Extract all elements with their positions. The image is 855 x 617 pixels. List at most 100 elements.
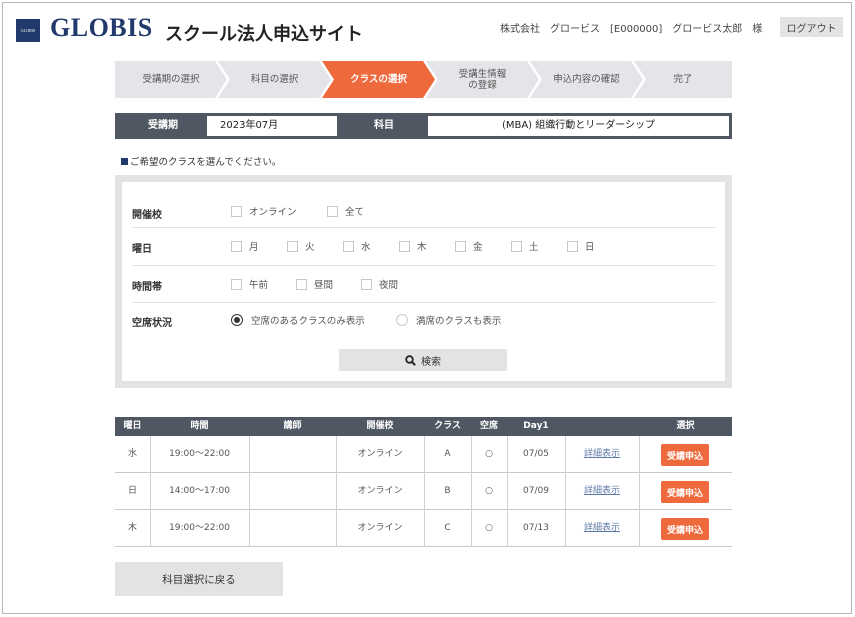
cell-weekday: 木 — [127, 523, 137, 533]
checkbox-venue-all[interactable]: 全て — [327, 204, 364, 218]
detail-link[interactable]: 詳細表示 — [565, 473, 639, 510]
checkbox-box[interactable] — [399, 240, 410, 252]
column-header-select: 選択 — [676, 421, 695, 431]
radio-vacancy-include-full[interactable]: 満席のクラスも表示 — [396, 313, 501, 327]
cell-time: 14:00～17:00 — [169, 486, 230, 496]
step-term-select: 受講期の選択 — [115, 61, 227, 98]
column-header-class: クラス — [434, 421, 461, 431]
apply-button[interactable]: 受講申込 — [661, 444, 709, 466]
checkbox-box[interactable] — [567, 240, 578, 252]
detail-link[interactable]: 詳細表示 — [565, 436, 639, 473]
filter-row-vacancy: 空席状況 空席のあるクラスのみ表示 満席のクラスも表示 — [132, 303, 715, 337]
filter-panel: 開催校 オンライン 全て 曜日 月 火 水 木 金 土 日 時間帯 午前 昼間 … — [115, 175, 732, 388]
step-label: 受講生情報 の登録 — [458, 68, 507, 91]
checkbox-weekday-thu[interactable]: 木 — [399, 239, 427, 253]
cell-teacher — [249, 436, 336, 473]
logout-button[interactable]: ログアウト — [780, 17, 843, 37]
checkbox-box[interactable] — [455, 240, 466, 252]
user-info: 株式会社 グロービス [E000000] グロービス太郎 様 — [500, 24, 763, 35]
cell-venue: オンライン — [357, 486, 403, 496]
radio-button[interactable] — [396, 314, 408, 326]
checkbox-time-night[interactable]: 夜間 — [361, 277, 398, 291]
step-label: 完了 — [673, 74, 693, 85]
checkbox-weekday-tue[interactable]: 火 — [287, 239, 315, 253]
step-subject-select: 科目の選択 — [218, 61, 331, 98]
filter-row-timeslot: 時間帯 午前 昼間 夜間 — [132, 266, 715, 303]
checkbox-box[interactable] — [343, 240, 354, 252]
table-row: 水 19:00～22:00 オンライン A ○ 07/05 詳細表示 受講申込 — [115, 436, 732, 473]
checkbox-box[interactable] — [296, 278, 307, 290]
site-title: スクール法人申込サイト — [165, 24, 363, 45]
cell-venue: オンライン — [357, 449, 403, 459]
filter-row-weekday: 曜日 月 火 水 木 金 土 日 — [132, 228, 715, 266]
cell-time: 19:00～22:00 — [169, 449, 230, 459]
step-confirm: 申込内容の確認 — [530, 61, 643, 98]
radio-vacancy-available-only[interactable]: 空席のあるクラスのみ表示 — [231, 313, 365, 327]
cell-venue: オンライン — [357, 523, 403, 533]
instruction-text: ご希望のクラスを選んでください。 — [121, 154, 281, 168]
cell-vacancy: ○ — [485, 449, 493, 459]
checkbox-weekday-sun[interactable]: 日 — [567, 239, 595, 253]
cell-day1: 07/13 — [523, 523, 549, 533]
checkbox-box[interactable] — [327, 205, 338, 217]
checkbox-time-daytime[interactable]: 昼間 — [296, 277, 333, 291]
step-label: 受講期の選択 — [142, 74, 200, 85]
term-label: 受講期 — [148, 120, 178, 131]
column-header-vacancy: 空席 — [479, 421, 498, 431]
cell-class: A — [444, 449, 451, 459]
cell-vacancy: ○ — [485, 486, 493, 496]
checkbox-box[interactable] — [231, 205, 242, 217]
column-header-detail — [565, 417, 639, 436]
column-header-weekday: 曜日 — [123, 421, 142, 431]
globis-logo-icon: GLOBIS — [16, 19, 40, 42]
cell-vacancy: ○ — [485, 523, 493, 533]
column-header-teacher: 講師 — [283, 421, 302, 431]
table-header: 曜日 時間 講師 開催校 クラス 空席 Day1 選択 — [115, 417, 732, 436]
bullet-square-icon — [121, 158, 128, 165]
filter-label-weekday: 曜日 — [132, 244, 152, 255]
radio-button-selected[interactable] — [231, 314, 243, 326]
filter-label-venue: 開催校 — [132, 210, 162, 221]
globis-logo[interactable]: GLOBIS — [50, 13, 153, 43]
column-header-venue: 開催校 — [366, 421, 394, 431]
checkbox-box[interactable] — [361, 278, 372, 290]
checkbox-box[interactable] — [231, 278, 242, 290]
table-row: 木 19:00～22:00 オンライン C ○ 07/13 詳細表示 受講申込 — [115, 510, 732, 547]
apply-button[interactable]: 受講申込 — [661, 481, 709, 503]
step-student-info: 受講生情報 の登録 — [426, 61, 539, 98]
term-value: 2023年07月 — [207, 116, 337, 136]
filter-row-venue: 開催校 オンライン 全て — [132, 190, 715, 228]
cell-day1: 07/09 — [523, 486, 549, 496]
cell-time: 19:00～22:00 — [169, 523, 230, 533]
checkbox-weekday-wed[interactable]: 水 — [343, 239, 371, 253]
apply-button[interactable]: 受講申込 — [661, 518, 709, 540]
checkbox-weekday-fri[interactable]: 金 — [455, 239, 483, 253]
step-complete: 完了 — [634, 61, 732, 98]
checkbox-box[interactable] — [287, 240, 298, 252]
table-row: 日 14:00～17:00 オンライン B ○ 07/09 詳細表示 受講申込 — [115, 473, 732, 510]
filter-label-vacancy: 空席状況 — [132, 318, 172, 329]
cell-day1: 07/05 — [523, 449, 549, 459]
checkbox-weekday-mon[interactable]: 月 — [231, 239, 259, 253]
checkbox-time-morning[interactable]: 午前 — [231, 277, 268, 291]
checkbox-box[interactable] — [511, 240, 522, 252]
cell-weekday: 水 — [127, 449, 137, 459]
subject-label: 科目 — [374, 120, 394, 131]
step-class-select: クラスの選択 — [322, 61, 435, 98]
cell-class: B — [444, 486, 451, 496]
back-to-subject-button[interactable]: 科目選択に戻る — [115, 562, 283, 596]
filter-panel-inner: 開催校 オンライン 全て 曜日 月 火 水 木 金 土 日 時間帯 午前 昼間 … — [122, 182, 725, 381]
search-icon — [405, 354, 416, 366]
cell-teacher — [249, 473, 336, 510]
step-label: クラスの選択 — [350, 74, 407, 85]
checkbox-box[interactable] — [231, 240, 242, 252]
search-button[interactable]: 検索 — [339, 349, 507, 371]
checkbox-venue-online[interactable]: オンライン — [231, 204, 297, 218]
checkbox-weekday-sat[interactable]: 土 — [511, 239, 539, 253]
cell-class: C — [444, 523, 451, 533]
selection-info-bar: 受講期 2023年07月 科目 (MBA) 組織行動とリーダーシップ — [115, 113, 732, 139]
filter-label-timeslot: 時間帯 — [132, 282, 162, 293]
step-label: 申込内容の確認 — [553, 74, 620, 85]
column-header-day1: Day1 — [523, 421, 549, 431]
detail-link[interactable]: 詳細表示 — [565, 510, 639, 547]
